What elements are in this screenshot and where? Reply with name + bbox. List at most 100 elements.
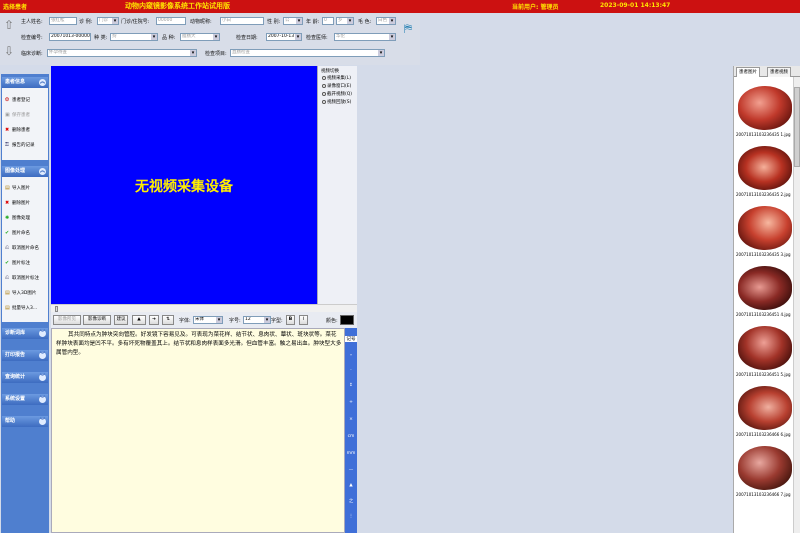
symbol-dot[interactable]: · xyxy=(345,368,357,373)
title-bar: 选择患者 动物内窥镜影像系统工作站试用版 当前用户: 管理员 2023-09-0… xyxy=(0,0,800,13)
symbol-zhi[interactable]: 之 xyxy=(345,498,357,504)
symbol-dots[interactable]: ⋮ xyxy=(345,514,357,519)
chevron-up-icon[interactable]: ︽ xyxy=(39,168,46,175)
age-input[interactable]: 0 xyxy=(322,17,334,25)
symbol-mm[interactable]: mm xyxy=(345,451,357,456)
exit-door-icon[interactable]: ⛿ xyxy=(404,22,416,36)
report-editor[interactable]: 其共同特点为肿块突向管腔。好发镜下容易见及。可表现为菜花样、结节状、息肉状、蕈状… xyxy=(51,328,345,533)
video-switch-panel: 视频切换 视频采集(L) 录像窗口(E) 截开视频(Q) 视频回放(S) xyxy=(317,66,357,304)
sidebar-item-name[interactable]: ✔ 图片命名 xyxy=(5,230,30,236)
species-select[interactable]: 狗 xyxy=(110,33,158,41)
sidebar-item-import[interactable]: ▤ 导入图片 xyxy=(5,185,30,191)
gender-label: 性 别: xyxy=(267,19,281,25)
sidebar-item-delete-image[interactable]: ✖ 删除图片 xyxy=(5,200,30,206)
exam-no-input[interactable]: 20071013-000001 xyxy=(49,33,91,41)
symbol-dash[interactable]: — xyxy=(345,468,357,473)
animal-input[interactable]: 小白 xyxy=(220,17,264,25)
diagnosis-label: 诊 例: xyxy=(79,19,93,25)
sidebar-item-save[interactable]: ▣ 保存患者 xyxy=(5,112,30,118)
symbol-mark[interactable]: 记号 xyxy=(345,336,357,342)
radio-video-capture[interactable]: 视频采集(L) xyxy=(322,75,351,81)
sidebar-item-annotate[interactable]: ✔ 图片标注 xyxy=(5,260,30,266)
bold-button[interactable]: B xyxy=(286,315,295,325)
clinic-input[interactable]: 00000 xyxy=(156,17,186,25)
symbol-updown[interactable]: ↕ xyxy=(345,383,357,388)
image-findings-button[interactable]: 影像所见 xyxy=(53,315,81,325)
sidebar-section-print[interactable]: 打印报告 ︾ xyxy=(2,350,48,361)
cancel-annotation-icon: ⎌ xyxy=(5,275,10,281)
symbol-cm[interactable]: cm xyxy=(345,434,357,439)
sidebar-item-delete[interactable]: ✖ 删除患者 xyxy=(5,127,30,133)
gender-select[interactable]: 公 xyxy=(283,17,303,25)
sidebar-section-help[interactable]: 帮助 ︾ xyxy=(2,416,48,427)
tab-patient-videos[interactable]: 患者视频 xyxy=(767,67,791,77)
size-select[interactable]: 12 xyxy=(243,316,271,324)
up-arrow-icon[interactable]: ⇧ xyxy=(3,18,15,32)
chevron-up-icon[interactable]: ︽ xyxy=(39,79,46,86)
sidebar-section-image[interactable]: 图像处理 ︽ xyxy=(2,166,48,177)
diagnosis-select[interactable]: 门诊 xyxy=(97,17,119,25)
endoscope-thumbnail[interactable] xyxy=(738,86,792,130)
italic-button[interactable]: I xyxy=(299,315,308,325)
symbol-toolbar: 记号 ∘ · ↕ + × cm mm — ▲ 之 ⋮ xyxy=(345,328,357,533)
endoscope-thumbnail[interactable] xyxy=(738,146,792,190)
chevron-down-icon[interactable]: ︾ xyxy=(39,330,46,337)
down-arrow-icon[interactable]: ⇩ xyxy=(3,44,15,58)
exam-item-select[interactable]: 直肠检查 xyxy=(230,49,385,57)
insert-button[interactable]: ➔ xyxy=(149,315,159,325)
sidebar-item-report-log[interactable]: ⚿ 报告的记录 xyxy=(5,142,35,148)
color-select[interactable]: 白色 xyxy=(376,17,396,25)
folder-icon: ▤ xyxy=(5,290,10,296)
color-swatch[interactable] xyxy=(340,315,354,325)
sort-button[interactable]: ⇅ xyxy=(162,315,174,325)
thumbnail-panel: 患者图片 患者视频 20071013103236435 1.jpg 2007101… xyxy=(733,66,800,533)
sidebar-item-process[interactable]: ✺ 图像处理 xyxy=(5,215,30,221)
video-seek-slider[interactable] xyxy=(51,304,357,312)
sidebar-item-unannotate[interactable]: ⎌ 取消图片标注 xyxy=(5,275,39,281)
advice-button[interactable]: 建议 xyxy=(114,315,128,325)
tab-patient-images[interactable]: 患者图片 xyxy=(736,67,760,77)
exam-doctor-select[interactable]: 华伦 xyxy=(334,33,396,41)
endoscope-thumbnail[interactable] xyxy=(738,386,792,430)
font-select[interactable]: 宋体 xyxy=(193,316,223,324)
radio-split-video[interactable]: 截开视频(Q) xyxy=(322,91,352,97)
move-up-button[interactable]: ▲ xyxy=(132,315,146,325)
endoscope-thumbnail[interactable] xyxy=(738,446,792,490)
select-patient-label[interactable]: 选择患者 xyxy=(3,2,27,11)
radio-record-window[interactable]: 录像窗口(E) xyxy=(322,83,351,89)
chevron-down-icon[interactable]: ︾ xyxy=(39,374,46,381)
symbol-degree[interactable]: ∘ xyxy=(345,353,357,358)
endoscope-thumbnail[interactable] xyxy=(738,326,792,370)
report-text[interactable]: 其共同特点为肿块突向管腔。好发镜下容易见及。可表现为菜花样、结节状、息肉状、蕈状… xyxy=(56,331,342,358)
check-icon: ✔ xyxy=(5,260,10,266)
thumbnail-scrollbar[interactable] xyxy=(793,77,800,533)
sidebar-item-import-3d[interactable]: ▤ 导入3D图片 xyxy=(5,290,36,296)
sidebar-section-query[interactable]: 查询统计 ︾ xyxy=(2,372,48,383)
chevron-down-icon[interactable]: ︾ xyxy=(39,352,46,359)
exam-item-label: 检查项目: xyxy=(205,51,227,57)
symbol-plus[interactable]: + xyxy=(345,400,357,405)
symbol-times[interactable]: × xyxy=(345,417,357,422)
owner-name-input[interactable]: 张红松 xyxy=(49,17,77,25)
clinical-select[interactable]: 怀孕待查 xyxy=(47,49,197,57)
chevron-down-icon[interactable]: ︾ xyxy=(39,396,46,403)
endoscope-thumbnail[interactable] xyxy=(738,266,792,310)
sidebar-section-patient[interactable]: 患者信息 ︽ xyxy=(2,77,48,88)
radio-video-playback[interactable]: 视频回放(S) xyxy=(322,99,351,105)
breed-select[interactable]: 腊肠犬 xyxy=(180,33,220,41)
thumbnail-caption: 20071013103236435 1.jpg xyxy=(736,132,791,137)
sidebar-section-settings[interactable]: 系统设置 ︾ xyxy=(2,394,48,405)
exam-date-select[interactable]: 2007-10-13 xyxy=(266,33,302,41)
chevron-down-icon[interactable]: ︾ xyxy=(39,418,46,425)
scrollbar-thumb[interactable] xyxy=(794,87,800,167)
symbol-triangle[interactable]: ▲ xyxy=(345,483,357,488)
endoscope-thumbnail[interactable] xyxy=(738,206,792,250)
sidebar-item-unname[interactable]: ⎌ 取消图片命名 xyxy=(5,245,39,251)
folder-icon: ▤ xyxy=(5,305,10,311)
sidebar-item-register[interactable]: ❂ 患者登记 xyxy=(5,97,30,103)
image-diagnosis-button[interactable]: 影像诊断 xyxy=(83,315,111,325)
sidebar-section-dictionary[interactable]: 诊断词库 ︾ xyxy=(2,328,48,339)
sidebar-item-batch-import[interactable]: ▤ 批量导入3... xyxy=(5,305,37,311)
app-title: 动物内窥镜影像系统工作站试用版 xyxy=(125,2,230,10)
age-unit-select[interactable]: 岁 xyxy=(336,17,354,25)
